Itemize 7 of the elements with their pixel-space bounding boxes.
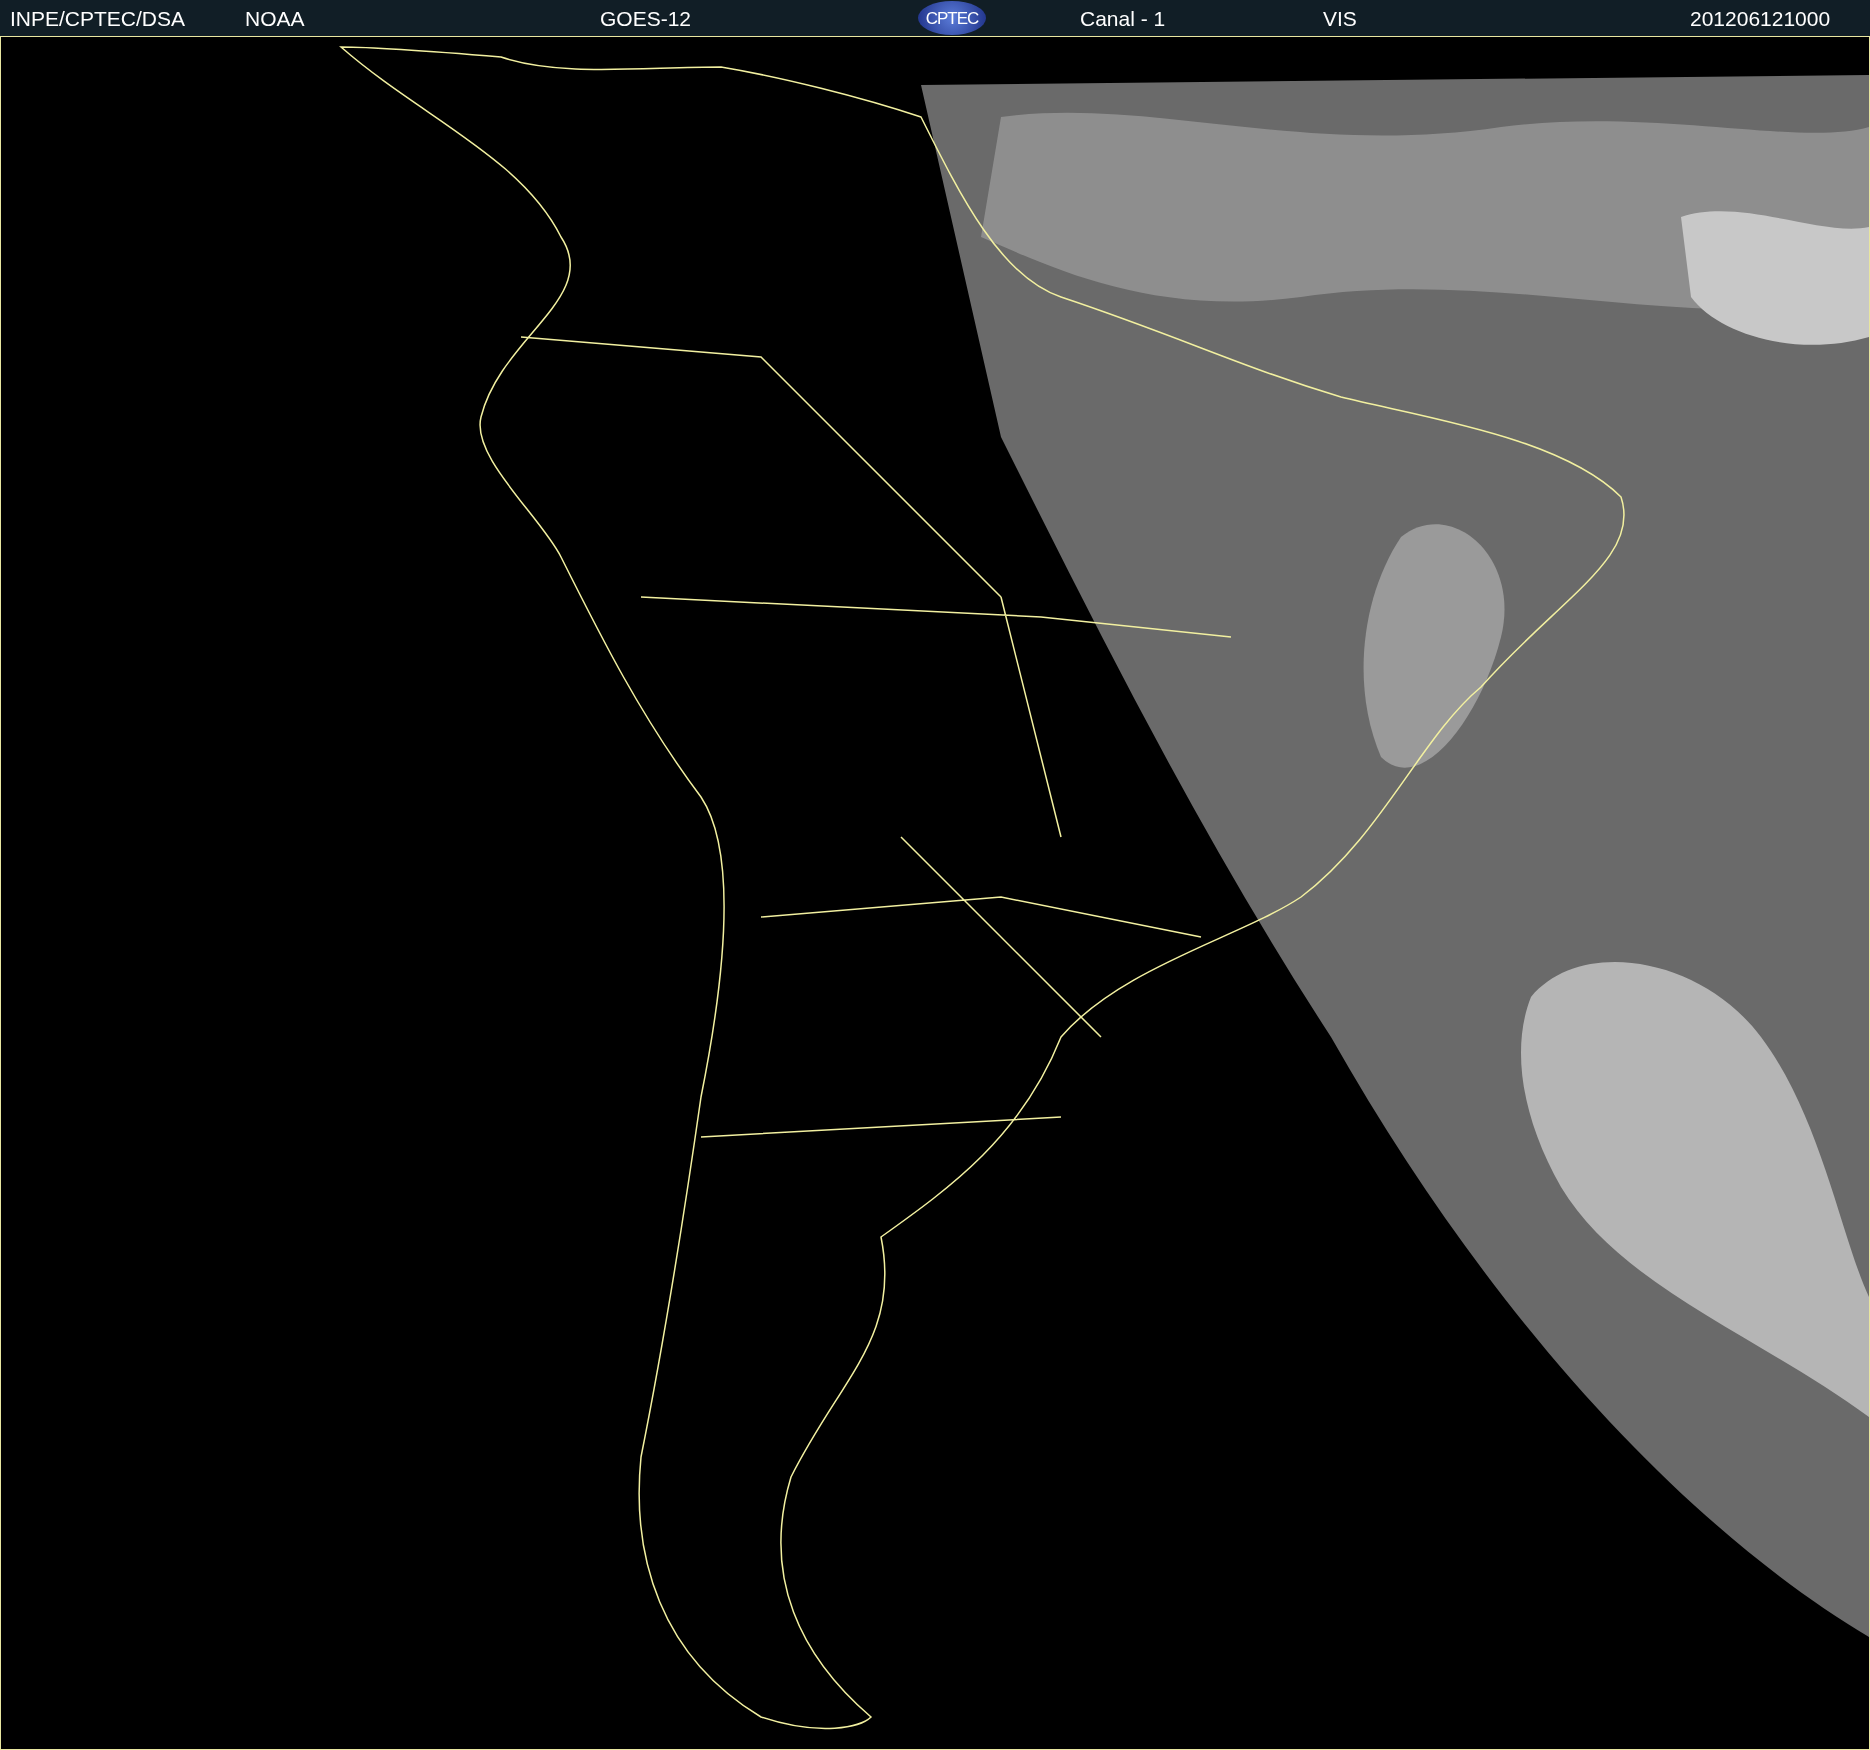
logo-text: CPTEC <box>925 9 979 27</box>
satellite-label: GOES-12 <box>600 7 693 29</box>
timestamp-label: 201206121000 <box>1690 7 1831 29</box>
source-label: INPE/CPTEC/DSA <box>10 7 187 29</box>
band-label: VIS <box>1323 7 1358 29</box>
agency-label: NOAA <box>245 7 306 29</box>
channel-label: Canal - 1 <box>1080 7 1167 29</box>
